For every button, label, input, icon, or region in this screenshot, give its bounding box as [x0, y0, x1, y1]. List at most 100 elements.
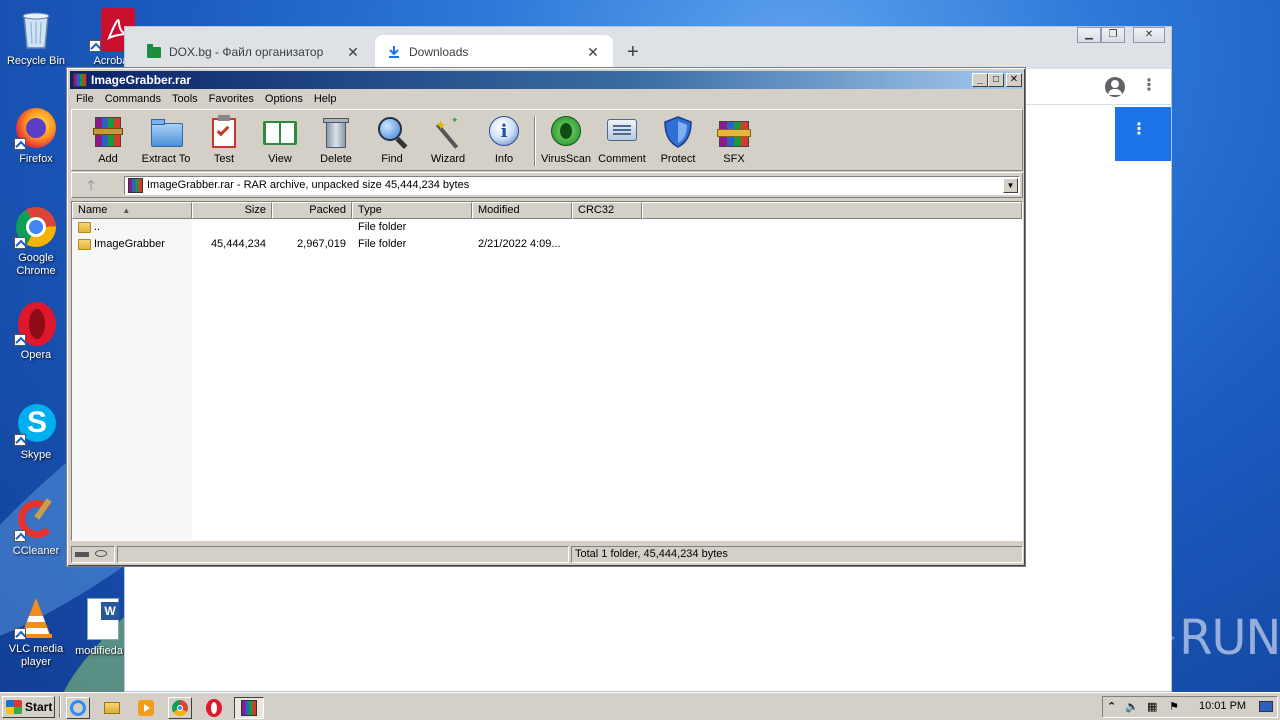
tool-label: Protect	[660, 153, 696, 165]
new-tab-button[interactable]: +	[627, 41, 639, 64]
wizard-button[interactable]: ✦ ✦ Wizard	[420, 115, 476, 165]
winrar-taskbar-button[interactable]	[234, 697, 264, 719]
menu-file[interactable]: File	[70, 93, 99, 105]
comment-bubble-icon	[605, 115, 639, 149]
desktop-icon-label: Firefox	[19, 153, 53, 165]
close-button[interactable]: ✕	[1006, 73, 1022, 87]
watermark-left: ANY	[1036, 610, 1132, 666]
desktop-icon-label: Skype	[20, 449, 52, 461]
tool-label: Test	[213, 153, 235, 165]
desktop-icon-recycle-bin[interactable]: Recycle Bin	[1, 8, 71, 68]
protect-button[interactable]: Protect	[650, 115, 706, 165]
network-icon[interactable]: ▦	[1147, 700, 1157, 713]
row-name: ..	[94, 221, 101, 233]
show-hidden-icons-icon[interactable]: ⌃	[1107, 700, 1116, 713]
tab-dox[interactable]: DOX.bg - Файл организатор ✕	[135, 35, 373, 69]
start-button[interactable]: Start	[2, 696, 55, 718]
archive-path-text: ImageGrabber.rar - RAR archive, unpacked…	[147, 179, 470, 191]
row-name: ImageGrabber	[94, 238, 165, 250]
desktop-icon-label: Google Chrome	[16, 252, 56, 277]
minimize-button[interactable]: ▁	[1077, 27, 1101, 43]
chrome-menu-icon[interactable]: ⋮	[1141, 75, 1157, 95]
column-modified[interactable]: Modified	[472, 202, 572, 219]
comment-button[interactable]: Comment	[594, 115, 650, 165]
desktop-icon-vlc[interactable]: VLC media player	[1, 596, 71, 669]
desktop-icon-ccleaner[interactable]: CCleaner	[1, 498, 71, 558]
action-center-flag-icon[interactable]: ⚑	[1169, 700, 1179, 713]
status-text: Total 1 folder, 45,444,234 bytes	[571, 546, 1023, 563]
profile-avatar-icon[interactable]	[1105, 77, 1125, 97]
explorer-taskbar-icon[interactable]	[100, 697, 124, 719]
sort-ascending-icon: ▲	[122, 206, 131, 215]
column-type[interactable]: Type	[352, 202, 472, 219]
test-button[interactable]: Test	[196, 115, 252, 165]
ie-taskbar-icon[interactable]	[66, 697, 90, 719]
row-size: 45,444,234	[210, 238, 266, 250]
column-packed[interactable]: Packed	[272, 202, 352, 219]
table-row[interactable]: ImageGrabber 45,444,234 2,967,019 File f…	[72, 236, 1022, 253]
maximize-button[interactable]: □	[988, 73, 1004, 87]
chrome-tabstrip: DOX.bg - Файл организатор ✕ Downloads ✕ …	[125, 27, 1171, 69]
download-icon	[389, 46, 399, 58]
vlc-icon	[14, 596, 58, 640]
volume-icon[interactable]: 🔈	[1125, 700, 1139, 713]
dropdown-arrow-icon[interactable]: ▼	[1003, 178, 1018, 193]
chrome-taskbar-icon[interactable]	[168, 697, 192, 719]
column-size[interactable]: Size	[192, 202, 272, 219]
desktop-icon-firefox[interactable]: Firefox	[1, 106, 71, 166]
status-left	[117, 546, 569, 563]
column-name[interactable]: Name ▲	[72, 202, 192, 219]
anyrun-watermark: ANY RUN	[1036, 608, 1280, 668]
restore-button[interactable]: ❐	[1101, 27, 1125, 43]
file-list[interactable]: Name ▲ Size Packed Type Modified CRC32 .…	[71, 201, 1023, 541]
table-row[interactable]: .. File folder	[72, 219, 1022, 236]
folder-up-icon	[78, 222, 91, 233]
menu-tools[interactable]: Tools	[166, 93, 203, 105]
toolbar-separator	[534, 116, 536, 166]
show-desktop-icon[interactable]	[1259, 701, 1273, 712]
desktop-icon-skype[interactable]: S Skype	[1, 402, 71, 462]
extract-folder-icon	[149, 115, 183, 149]
tool-label: Wizard	[430, 153, 466, 165]
desktop-icon-opera[interactable]: Opera	[1, 302, 71, 362]
minimize-button[interactable]: _	[972, 73, 988, 87]
up-arrow-icon[interactable]: 🡑	[80, 177, 102, 193]
list-header: Name ▲ Size Packed Type Modified CRC32	[72, 202, 1022, 219]
window-title: ImageGrabber.rar	[91, 73, 192, 87]
taskbar: Start ⌃ 🔈 ▦ ⚑ 10:01 PM	[0, 692, 1280, 720]
firefox-icon	[14, 106, 58, 150]
winrar-titlebar[interactable]: ImageGrabber.rar _ □ ✕	[70, 71, 1022, 89]
downloads-menu-icon[interactable]: ⋮	[1131, 119, 1147, 139]
virusscan-button[interactable]: VirusScan	[538, 115, 594, 165]
tab-close-icon[interactable]: ✕	[345, 44, 361, 61]
delete-button[interactable]: Delete	[308, 115, 364, 165]
column-crc32[interactable]: CRC32	[572, 202, 642, 219]
tab-close-icon[interactable]: ✕	[585, 44, 601, 61]
add-button[interactable]: Add	[80, 115, 136, 165]
find-button[interactable]: Find	[364, 115, 420, 165]
menu-favorites[interactable]: Favorites	[203, 93, 259, 105]
row-type: File folder	[358, 238, 407, 250]
archive-path-combobox[interactable]: ImageGrabber.rar - RAR archive, unpacked…	[124, 176, 1020, 195]
info-button[interactable]: i Info	[476, 115, 532, 165]
view-button[interactable]: View	[252, 115, 308, 165]
chrome-icon	[14, 205, 58, 249]
drive-key-icons[interactable]	[71, 546, 115, 563]
sfx-button[interactable]: SFX	[706, 115, 762, 165]
media-player-taskbar-icon[interactable]	[134, 697, 158, 719]
tab-label: Downloads	[409, 45, 469, 59]
opera-taskbar-icon[interactable]	[202, 697, 226, 719]
desktop-icon-label: Recycle Bin	[6, 55, 66, 67]
clock[interactable]: 10:01 PM	[1199, 700, 1246, 712]
menu-options[interactable]: Options	[259, 93, 308, 105]
tab-label: DOX.bg - Файл организатор	[169, 45, 324, 59]
desktop-icon-label: CCleaner	[12, 545, 60, 557]
desktop-icon-chrome[interactable]: Google Chrome	[1, 205, 71, 278]
tool-label: VirusScan	[541, 153, 591, 165]
menu-help[interactable]: Help	[308, 93, 342, 105]
close-button[interactable]: ✕	[1133, 27, 1165, 43]
menu-commands[interactable]: Commands	[99, 93, 166, 105]
tab-downloads[interactable]: Downloads ✕	[375, 35, 613, 69]
extract-to-button[interactable]: Extract To	[138, 115, 194, 165]
tool-label: Info	[494, 153, 514, 165]
